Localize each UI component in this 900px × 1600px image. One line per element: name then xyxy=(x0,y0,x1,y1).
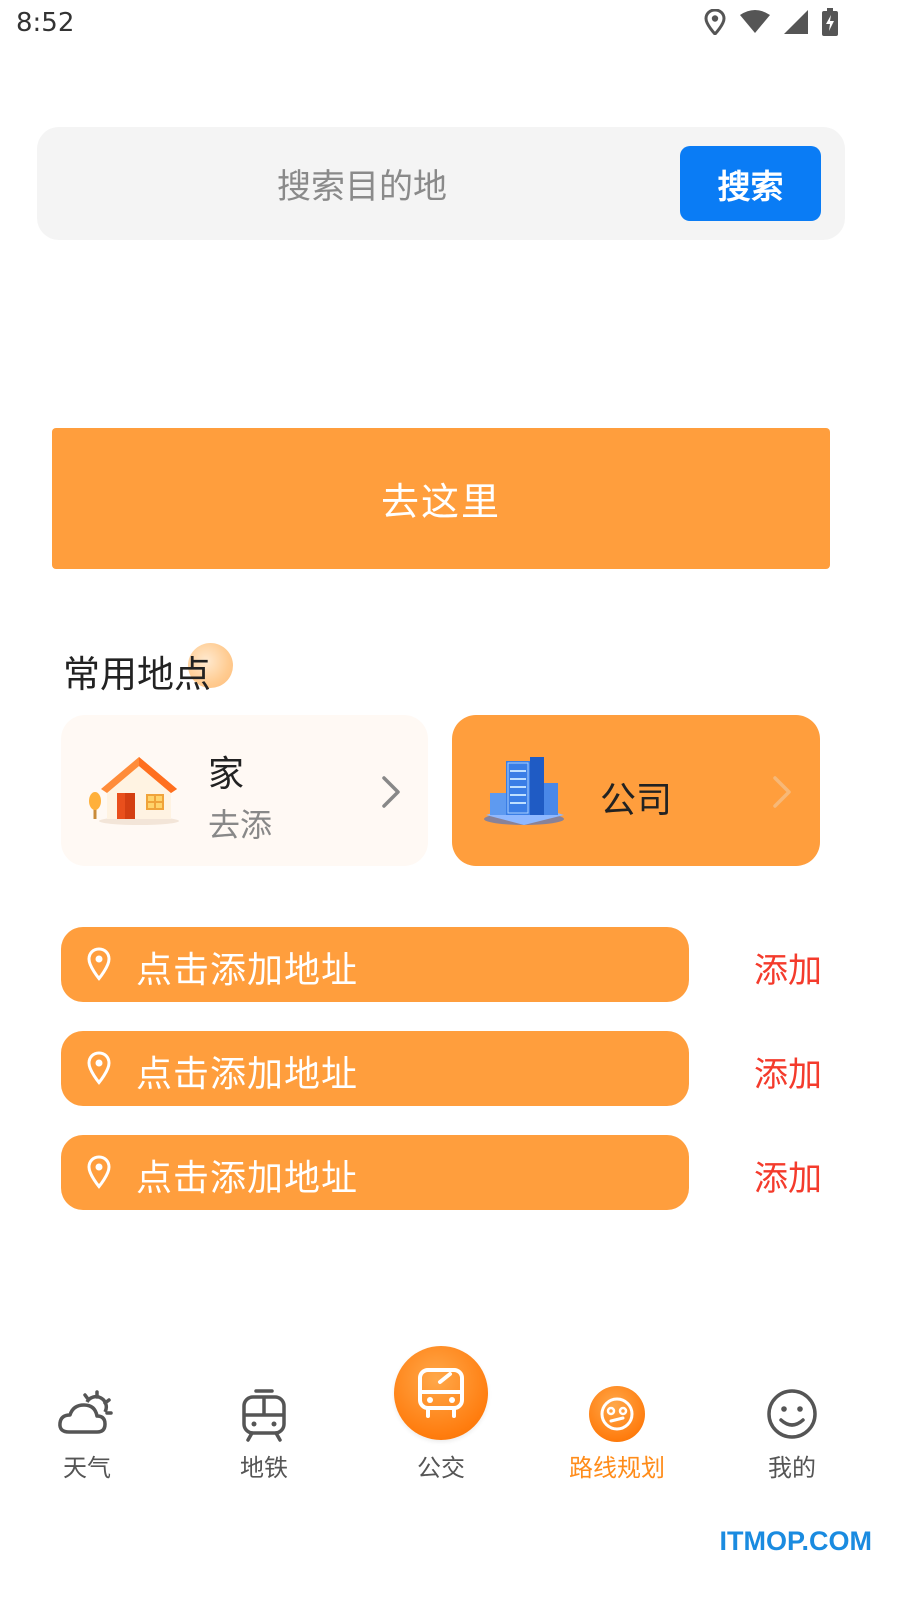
nav-label-route: 路线规划 xyxy=(569,1454,665,1482)
house-icon xyxy=(89,757,179,825)
nav-label-bus: 公交 xyxy=(417,1454,465,1482)
location-pin-icon xyxy=(87,947,111,981)
metro-icon xyxy=(242,1389,286,1442)
wifi-status-icon xyxy=(740,10,770,33)
company-card[interactable]: 公司 xyxy=(452,715,820,866)
bus-icon xyxy=(418,1368,464,1418)
nav-label-weather: 天气 xyxy=(63,1454,111,1482)
nav-item-metro[interactable]: 地铁 xyxy=(204,1340,324,1490)
location-pin-icon xyxy=(87,1155,111,1189)
home-subtitle: 去添 xyxy=(208,806,273,844)
status-bar: 8:52 xyxy=(0,0,900,50)
go-here-button[interactable]: 去这里 xyxy=(52,428,830,569)
add-address-button[interactable]: 添加 xyxy=(754,1151,822,1200)
address-row-label: 点击添加地址 xyxy=(136,1158,359,1199)
add-address-button[interactable]: 添加 xyxy=(754,943,822,992)
location-pin-icon xyxy=(87,1051,111,1085)
smile-icon xyxy=(767,1389,817,1439)
route-face-icon xyxy=(600,1397,634,1431)
home-title: 家 xyxy=(208,754,245,795)
address-row[interactable]: 点击添加地址 xyxy=(61,927,689,1002)
search-button[interactable]: 搜索 xyxy=(680,146,821,221)
nav-label-mine: 我的 xyxy=(768,1454,816,1482)
battery-status-icon xyxy=(822,8,838,36)
address-row[interactable]: 点击添加地址 xyxy=(61,1135,689,1210)
route-icon[interactable] xyxy=(589,1386,645,1442)
address-row[interactable]: 点击添加地址 xyxy=(61,1031,689,1106)
watermark: ITMOP.COM xyxy=(719,1526,872,1556)
nav-item-mine[interactable]: 我的 xyxy=(732,1340,852,1490)
weather-icon xyxy=(58,1390,113,1434)
location-status-icon xyxy=(704,9,726,35)
company-title: 公司 xyxy=(600,780,673,821)
bus-center-button[interactable] xyxy=(394,1346,488,1440)
status-time: 8:52 xyxy=(16,8,75,38)
nav-item-weather[interactable]: 天气 xyxy=(27,1340,147,1490)
search-box: 搜索目的地 搜索 xyxy=(37,127,845,240)
status-icons xyxy=(704,8,838,36)
office-building-icon xyxy=(484,757,564,825)
chevron-right-icon xyxy=(382,776,400,808)
frequent-places-title: 常用地点 xyxy=(63,653,211,696)
signal-status-icon xyxy=(784,10,808,34)
add-address-button[interactable]: 添加 xyxy=(754,1047,822,1096)
address-row-label: 点击添加地址 xyxy=(136,950,359,991)
search-input[interactable]: 搜索目的地 xyxy=(277,159,447,208)
address-row-label: 点击添加地址 xyxy=(136,1054,359,1095)
home-card[interactable]: 家 去添 xyxy=(61,715,428,866)
nav-label-metro: 地铁 xyxy=(240,1454,288,1482)
chevron-right-icon xyxy=(773,776,791,808)
